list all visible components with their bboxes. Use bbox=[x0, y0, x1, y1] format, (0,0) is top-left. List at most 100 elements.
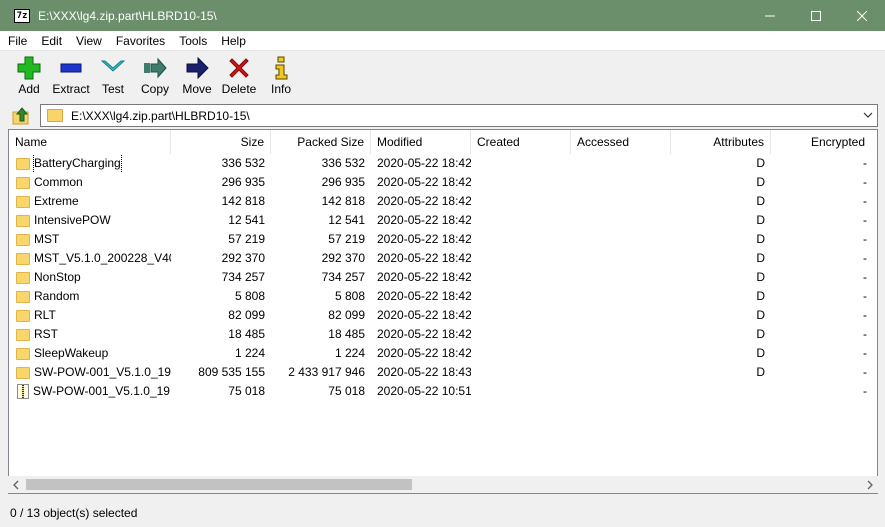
cell-name: NonStop bbox=[9, 268, 171, 287]
chevron-down-icon[interactable] bbox=[863, 110, 873, 120]
menu-bar: File Edit View Favorites Tools Help bbox=[0, 31, 885, 51]
file-name: SW-POW-001_V5.1.0_19... bbox=[33, 384, 171, 398]
file-name: MST bbox=[34, 232, 60, 246]
scroll-right-icon[interactable] bbox=[864, 479, 876, 491]
delete-button[interactable]: Delete bbox=[218, 52, 260, 100]
col-header-name[interactable]: Name bbox=[9, 130, 171, 154]
file-name: SW-POW-001_V5.1.0_19... bbox=[34, 365, 171, 379]
close-icon bbox=[857, 10, 867, 21]
maximize-button[interactable] bbox=[793, 0, 839, 31]
cell-encrypted: - bbox=[863, 194, 867, 208]
table-row[interactable]: MST_V5.1.0_200228_V40... 292 370 292 370 20… bbox=[9, 249, 877, 268]
cell-packed-size: 82 099 bbox=[328, 308, 365, 322]
folder-icon bbox=[16, 214, 30, 227]
table-row[interactable]: BatteryCharging 336 532 336 532 2020-05-22 … bbox=[9, 154, 877, 173]
folder-icon bbox=[16, 157, 30, 170]
toolbar: Add Extract Test Copy Move Delete Info bbox=[0, 52, 885, 102]
list-header: Name Size Packed Size Modified Created A… bbox=[9, 130, 877, 154]
cell-encrypted: - bbox=[863, 270, 867, 284]
col-header-packed-size[interactable]: Packed Size bbox=[271, 130, 371, 154]
col-header-size[interactable]: Size bbox=[171, 130, 271, 154]
cell-encrypted: - bbox=[863, 365, 867, 379]
folder-up-button-icon[interactable] bbox=[11, 106, 31, 126]
cell-modified: 2020-05-22 10:51 bbox=[377, 384, 471, 398]
folder-icon bbox=[16, 290, 30, 303]
zip-file-icon bbox=[17, 384, 29, 399]
cell-attributes: D bbox=[756, 156, 765, 170]
cell-packed-size: 18 485 bbox=[328, 327, 365, 341]
address-row: E:\XXX\lg4.zip.part\HLBRD10-15\ bbox=[0, 103, 885, 128]
move-button[interactable]: Move bbox=[176, 52, 218, 100]
table-row[interactable]: MST 57 219 57 219 2020-05-22 18:42 D - bbox=[9, 230, 877, 249]
table-row[interactable]: SleepWakeup 1 224 1 224 2020-05-22 18:42 D - bbox=[9, 344, 877, 363]
minimize-button[interactable] bbox=[747, 0, 793, 31]
cell-modified: 2020-05-22 18:42 bbox=[377, 270, 471, 284]
col-header-attributes[interactable]: Attributes bbox=[671, 130, 771, 154]
scroll-thumb[interactable] bbox=[26, 479, 412, 490]
delete-x-icon bbox=[229, 58, 249, 78]
table-row[interactable]: IntensivePOW 12 541 12 541 2020-05-22 18:42… bbox=[9, 211, 877, 230]
cell-modified: 2020-05-22 18:42 bbox=[377, 327, 471, 341]
window-controls bbox=[747, 0, 885, 31]
menu-view[interactable]: View bbox=[69, 31, 109, 51]
table-row[interactable]: SW-POW-001_V5.1.0_19... 75 018 75 018 2020-… bbox=[9, 382, 877, 401]
cell-packed-size: 336 532 bbox=[321, 156, 365, 170]
cell-packed-size: 5 808 bbox=[334, 289, 365, 303]
folder-icon bbox=[16, 233, 30, 246]
test-label: Test bbox=[101, 82, 124, 96]
cell-name: Random bbox=[9, 287, 171, 306]
add-button[interactable]: Add bbox=[8, 52, 50, 100]
file-name: NonStop bbox=[34, 270, 81, 284]
table-row[interactable]: RLT 82 099 82 099 2020-05-22 18:42 D - bbox=[9, 306, 877, 325]
menu-favorites[interactable]: Favorites bbox=[109, 31, 172, 51]
info-button[interactable]: Info bbox=[260, 52, 302, 100]
menu-edit[interactable]: Edit bbox=[34, 31, 69, 51]
horizontal-scrollbar[interactable] bbox=[8, 476, 878, 493]
cell-attributes: D bbox=[756, 194, 765, 208]
scroll-left-icon[interactable] bbox=[10, 479, 22, 491]
address-path[interactable]: E:\XXX\lg4.zip.part\HLBRD10-15\ bbox=[71, 109, 250, 123]
cell-name: BatteryCharging bbox=[9, 154, 171, 173]
copy-arrow-icon bbox=[144, 57, 167, 79]
col-header-modified[interactable]: Modified bbox=[371, 130, 471, 154]
folder-icon bbox=[47, 109, 63, 122]
col-header-accessed[interactable]: Accessed bbox=[571, 130, 671, 154]
test-icon bbox=[101, 60, 125, 72]
cell-modified: 2020-05-22 18:42 bbox=[377, 232, 471, 246]
close-button[interactable] bbox=[839, 0, 885, 31]
cell-packed-size: 296 935 bbox=[321, 175, 365, 189]
table-row[interactable]: SW-POW-001_V5.1.0_19... 809 535 155 2 433 … bbox=[9, 363, 877, 382]
cell-name: SW-POW-001_V5.1.0_19... bbox=[9, 382, 171, 401]
window-title: E:\XXX\lg4.zip.part\HLBRD10-15\ bbox=[38, 8, 217, 23]
file-name: Extreme bbox=[34, 194, 79, 208]
copy-button[interactable]: Copy bbox=[134, 52, 176, 100]
folder-icon bbox=[16, 176, 30, 189]
file-name: Common bbox=[34, 175, 83, 189]
extract-button[interactable]: Extract bbox=[50, 52, 92, 100]
cell-name: MST bbox=[9, 230, 171, 249]
file-name: BatteryCharging bbox=[33, 154, 122, 173]
test-button[interactable]: Test bbox=[92, 52, 134, 100]
file-list[interactable]: Name Size Packed Size Modified Created A… bbox=[8, 129, 878, 494]
menu-file[interactable]: File bbox=[0, 31, 34, 51]
menu-help[interactable]: Help bbox=[214, 31, 253, 51]
cell-packed-size: 734 257 bbox=[321, 270, 365, 284]
folder-icon bbox=[16, 366, 30, 379]
cell-modified: 2020-05-22 18:42 bbox=[377, 346, 471, 360]
table-row[interactable]: Random 5 808 5 808 2020-05-22 18:42 D - bbox=[9, 287, 877, 306]
cell-modified: 2020-05-22 18:42 bbox=[377, 194, 471, 208]
cell-size: 12 541 bbox=[228, 213, 265, 227]
table-row[interactable]: Extreme 142 818 142 818 2020-05-22 18:42 D - bbox=[9, 192, 877, 211]
table-row[interactable]: RST 18 485 18 485 2020-05-22 18:42 D - bbox=[9, 325, 877, 344]
cell-size: 292 370 bbox=[221, 251, 265, 265]
table-row[interactable]: Common 296 935 296 935 2020-05-22 18:42 D - bbox=[9, 173, 877, 192]
menu-tools[interactable]: Tools bbox=[172, 31, 214, 51]
address-bar[interactable]: E:\XXX\lg4.zip.part\HLBRD10-15\ bbox=[40, 104, 878, 127]
col-header-encrypted[interactable]: Encrypted bbox=[771, 130, 871, 154]
cell-encrypted: - bbox=[863, 232, 867, 246]
cell-attributes: D bbox=[756, 251, 765, 265]
cell-packed-size: 2 433 917 946 bbox=[288, 365, 365, 379]
table-row[interactable]: NonStop 734 257 734 257 2020-05-22 18:42 D - bbox=[9, 268, 877, 287]
plus-icon bbox=[17, 56, 41, 80]
col-header-created[interactable]: Created bbox=[471, 130, 571, 154]
